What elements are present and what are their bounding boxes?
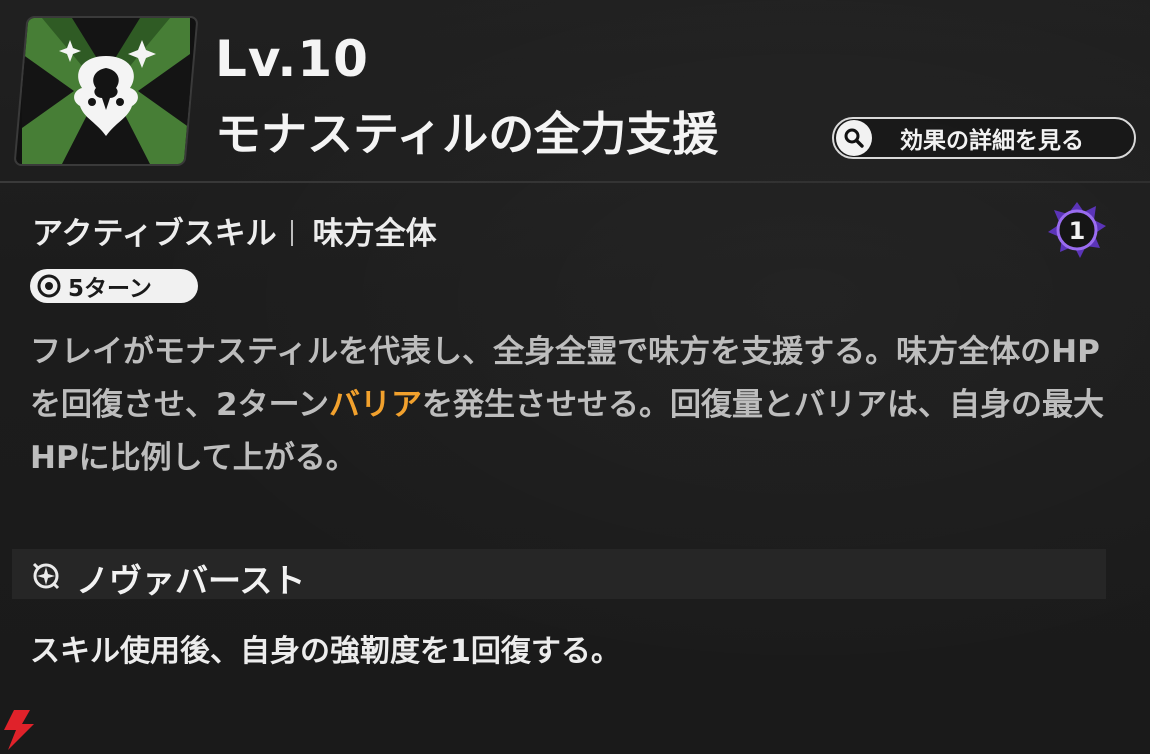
skill-level: Lv.10 bbox=[215, 30, 369, 88]
turn-duration: 5ターン bbox=[68, 276, 152, 302]
skill-title: モナスティルの全力支援 bbox=[215, 107, 719, 161]
header-divider bbox=[0, 181, 1150, 183]
view-details-label: 効果の詳細を見る bbox=[900, 128, 1084, 154]
separator bbox=[290, 220, 293, 246]
turn-duration-badge: 5ターン bbox=[30, 269, 198, 303]
search-icon bbox=[836, 120, 872, 156]
skill-target: 味方全体 bbox=[312, 216, 437, 252]
nova-burst-icon bbox=[30, 560, 62, 592]
skill-type: アクティブスキル bbox=[32, 216, 277, 252]
lightning-icon bbox=[0, 708, 40, 750]
nova-burst-description: スキル使用後、自身の強靭度を1回復する。 bbox=[30, 634, 621, 669]
counter-badge-icon: 1 bbox=[1044, 198, 1110, 262]
view-details-button[interactable]: 効果の詳細を見る bbox=[832, 117, 1136, 159]
nova-burst-title: ノヴァバースト bbox=[76, 561, 306, 600]
skill-header: Lv.10 モナスティルの全力支援 効果の詳細を見る bbox=[0, 0, 1150, 182]
counter-value: 1 bbox=[1069, 217, 1086, 245]
clock-icon bbox=[36, 273, 62, 299]
skill-emblem-icon bbox=[13, 16, 199, 166]
description-highlight-barrier: バリア bbox=[329, 387, 423, 423]
skill-description: フレイがモナスティルを代表し、全身全霊で味方を支援する。味方全体のHPを回復させ… bbox=[30, 326, 1120, 485]
skill-type-line: アクティブスキル 味方全体 bbox=[32, 208, 437, 253]
